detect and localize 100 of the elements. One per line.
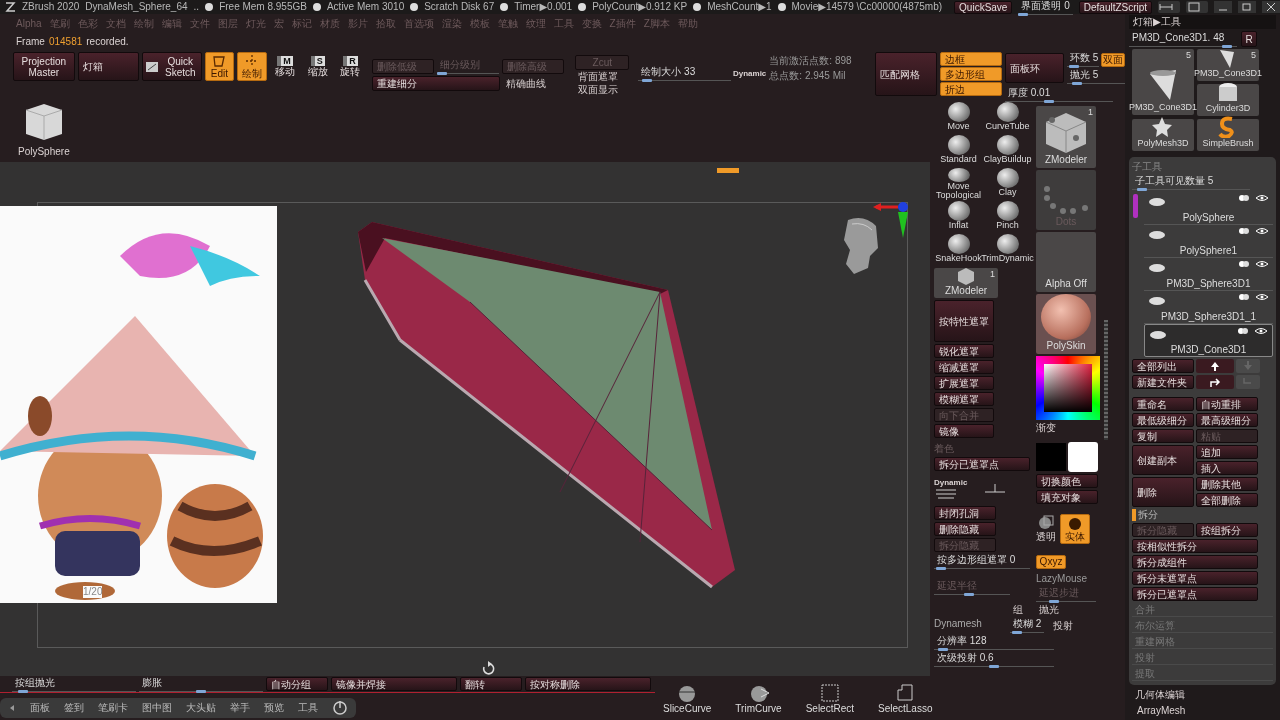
curve-tool[interactable]: TrimCurve: [735, 683, 782, 715]
brush-name[interactable]: SnakeHook: [935, 254, 982, 263]
arrange-icon[interactable]: [1158, 1, 1181, 13]
double-sided-toggle[interactable]: 双面: [1100, 52, 1125, 67]
brush-sphere-icon[interactable]: [996, 168, 1019, 188]
subtool-item[interactable]: PolySphere: [1144, 192, 1273, 225]
subtool-button[interactable]: 最低级细分: [1132, 413, 1194, 427]
edge-toggle[interactable]: 折边: [939, 82, 1002, 96]
slider-thumb[interactable]: [1137, 188, 1148, 191]
slider-thumb[interactable]: [1069, 65, 1080, 68]
secondary-color-swatch[interactable]: [1036, 443, 1066, 471]
mode-button[interactable]: R 旋转: [335, 52, 366, 81]
shelf-button[interactable]: 自动分组: [266, 677, 328, 691]
power-icon[interactable]: [332, 700, 348, 716]
slider-thumb[interactable]: [17, 689, 28, 693]
minimize-icon[interactable]: [1214, 1, 1233, 13]
shelf-slider[interactable]: 膨胀: [139, 676, 263, 692]
blur-slider[interactable]: 模糊 2: [1010, 618, 1044, 633]
tool-tile[interactable]: PolyMesh3D: [1132, 119, 1194, 151]
mesh-button[interactable]: 封闭孔洞: [934, 506, 996, 520]
mode-button[interactable]: Edit: [204, 52, 235, 81]
subtool-button[interactable]: 自动重排: [1196, 397, 1258, 411]
slider-thumb[interactable]: [1012, 631, 1023, 634]
slider-thumb[interactable]: [989, 665, 999, 668]
draw-size-slider[interactable]: 绘制大小 33: [638, 66, 731, 81]
slider-thumb[interactable]: [1018, 12, 1029, 16]
layout-icon[interactable]: [1186, 1, 1209, 13]
thickness-slider[interactable]: 厚度 0.01: [1004, 87, 1113, 102]
restore-icon[interactable]: [1238, 1, 1257, 13]
brush-name[interactable]: ClayBuildup: [983, 155, 1032, 164]
slider-thumb[interactable]: [1071, 82, 1082, 85]
slider-thumb[interactable]: [1044, 100, 1055, 103]
curve-tool[interactable]: SelectLasso: [878, 683, 933, 715]
edge-toggle[interactable]: 多边形组: [939, 67, 1002, 81]
slider-thumb[interactable]: [642, 79, 653, 82]
toggle-icon[interactable]: [1237, 194, 1251, 202]
toggle-icon[interactable]: [1237, 293, 1251, 301]
lasso-tool-icon[interactable]: [895, 683, 916, 703]
brush-sphere-icon[interactable]: [996, 201, 1019, 221]
subtool-button[interactable]: 追加: [1196, 445, 1258, 459]
material-tile[interactable]: PolySkin: [1036, 294, 1096, 354]
quick-sketch-button[interactable]: Quick Sketch: [142, 52, 202, 81]
sub-projection-slider[interactable]: 次级投射 0.6: [934, 652, 1054, 667]
brush-name[interactable]: Inflat: [948, 221, 969, 230]
brush-name[interactable]: Move: [947, 122, 970, 131]
subtool-button[interactable]: 重命名: [1132, 397, 1194, 411]
cone-model-drawing[interactable]: [358, 222, 735, 589]
slider-thumb[interactable]: [1048, 600, 1059, 603]
mode-button[interactable]: M 移动: [270, 52, 300, 81]
match-mesh-button[interactable]: 匹配网格: [875, 52, 937, 96]
projection-master-button[interactable]: Projection Master: [13, 52, 75, 81]
subtool-item[interactable]: PolySphere1: [1144, 225, 1273, 258]
palette-scrollbar[interactable]: [1104, 320, 1108, 440]
lightbox-button[interactable]: 灯箱: [77, 52, 140, 81]
new-folder-button[interactable]: 新建文件夹: [1132, 375, 1194, 389]
r-button[interactable]: R: [1241, 31, 1257, 47]
brush-sphere-icon[interactable]: [947, 234, 970, 254]
brush-tile[interactable]: ZModeler 1: [934, 268, 998, 298]
slider-thumb[interactable]: [1222, 44, 1233, 48]
split-button[interactable]: 按相似性拆分: [1132, 539, 1258, 553]
subtool-button[interactable]: 插入: [1196, 461, 1258, 475]
close-icon[interactable]: [1262, 1, 1280, 13]
dock-tab[interactable]: 面板: [30, 702, 50, 714]
transparent-icon[interactable]: [1037, 515, 1055, 531]
dock-tab[interactable]: 预览: [264, 702, 284, 714]
curve-tool[interactable]: SliceCurve: [663, 683, 712, 715]
mode-button[interactable]: S 缩放: [302, 52, 333, 81]
eye-icon[interactable]: [1255, 227, 1269, 235]
curve-tool[interactable]: SelectRect: [805, 683, 854, 715]
split-button[interactable]: 拆分已遮罩点: [1132, 587, 1258, 601]
subtool-button[interactable]: 全部删除: [1196, 493, 1258, 507]
tool-tile[interactable]: SimpleBrush: [1197, 119, 1259, 151]
split-button[interactable]: 拆分未遮罩点: [1132, 571, 1258, 585]
qxyz-toggle[interactable]: Qxyz: [1036, 554, 1066, 569]
material-sphere-icon[interactable]: [1041, 294, 1091, 340]
mode-button[interactable]: 绘制: [237, 52, 268, 81]
dock-tab[interactable]: 大头贴: [186, 702, 216, 714]
group-toggle[interactable]: 组: [1010, 604, 1026, 616]
list-all-button[interactable]: 全部列出: [1132, 359, 1194, 373]
shelf-button[interactable]: 镜像并焊接: [331, 677, 457, 691]
shelf-button[interactable]: 翻转: [460, 677, 522, 691]
axis-gizmo-icon[interactable]: [873, 202, 908, 238]
toggle-icon[interactable]: [1237, 227, 1251, 235]
current-tool-slider[interactable]: PM3D_Cone3D1. 48: [1129, 31, 1237, 47]
quicksave-button[interactable]: QuickSave: [954, 0, 1013, 14]
loops-slider[interactable]: 环数 5: [1066, 52, 1099, 67]
tool-tile[interactable]: Cylinder3D: [1197, 84, 1259, 116]
delete-button[interactable]: 删除: [1132, 477, 1194, 507]
eye-icon[interactable]: [1255, 194, 1269, 202]
brush-name[interactable]: Move Topological: [934, 182, 983, 200]
slider-thumb[interactable]: [196, 689, 206, 693]
brush-name[interactable]: Standard: [940, 155, 977, 164]
subtool-item[interactable]: PM3D_Cone3D1: [1144, 324, 1273, 357]
slider-thumb[interactable]: [437, 72, 448, 75]
mask-button[interactable]: 扩展遮罩: [934, 376, 994, 390]
slider-thumb[interactable]: [963, 593, 974, 596]
dock-tab[interactable]: 举手: [230, 702, 250, 714]
solid-toggle[interactable]: 实体: [1060, 514, 1090, 544]
subtool-button[interactable]: 删除其他: [1196, 477, 1258, 491]
split-button[interactable]: 按组拆分: [1196, 523, 1258, 537]
